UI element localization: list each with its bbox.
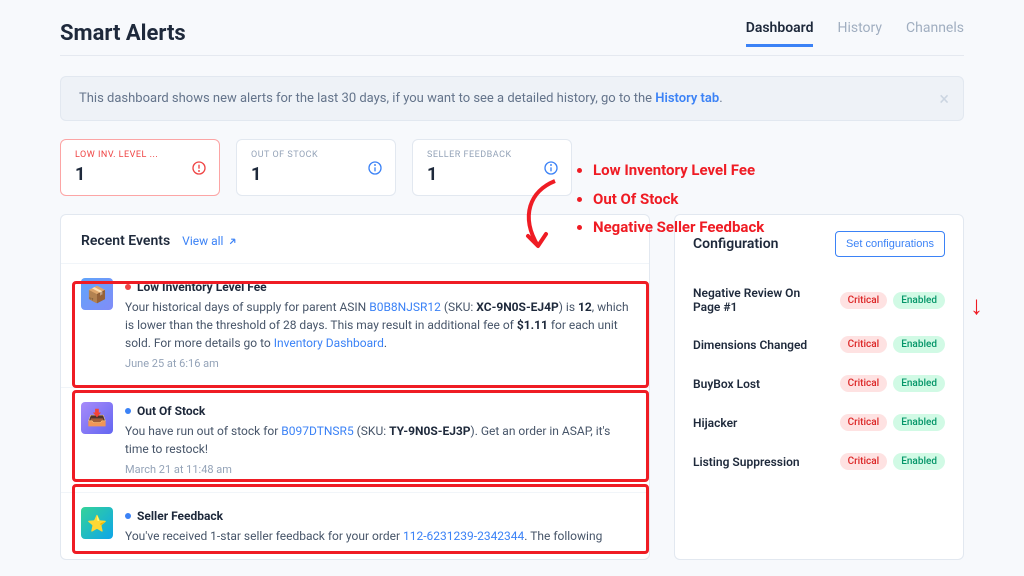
stat-label: SELLER FEEDBACK	[427, 150, 557, 160]
tab-history[interactable]: History	[837, 20, 882, 47]
annotation-bullet: Negative Seller Feedback	[593, 213, 764, 242]
order-link[interactable]: 112-6231239-2342344	[403, 529, 524, 543]
event-title: Low Inventory Level Fee	[137, 278, 267, 296]
enabled-badge: Enabled	[893, 375, 945, 392]
config-row-hijacker[interactable]: Hijacker Critical Enabled	[693, 403, 945, 442]
event-thumbnail: 📦	[81, 278, 113, 310]
annotation-arrow-icon	[510, 176, 560, 256]
info-icon	[367, 160, 383, 176]
config-row-negative-review[interactable]: Negative Review On Page #1 Critical Enabl…	[693, 275, 945, 325]
page-title: Smart Alerts	[60, 21, 186, 46]
annotation-down-arrow-icon: ↓	[970, 290, 983, 321]
event-timestamp: March 21 at 11:48 am	[125, 462, 629, 479]
recent-events-title: Recent Events	[81, 233, 170, 249]
event-item-low-inventory[interactable]: 📦 Low Inventory Level Fee Your historica…	[61, 263, 649, 387]
asin-link[interactable]: B097DTNSR5	[281, 424, 353, 438]
banner-text-after: .	[719, 91, 722, 106]
annotation-bullet: Out Of Stock	[593, 185, 764, 214]
tab-dashboard[interactable]: Dashboard	[746, 20, 814, 47]
event-title: Seller Feedback	[137, 507, 223, 525]
event-body: Low Inventory Level Fee Your historical …	[125, 278, 629, 373]
annotation-bullet-list: Low Inventory Level Fee Out Of Stock Neg…	[575, 156, 764, 242]
critical-badge: Critical	[840, 453, 888, 470]
critical-badge: Critical	[840, 414, 888, 431]
enabled-badge: Enabled	[893, 414, 945, 431]
banner-text: This dashboard shows new alerts for the …	[79, 91, 655, 106]
event-body: Seller Feedback You've received 1-star s…	[125, 507, 629, 545]
asin-link[interactable]: B0B8NJSR12	[369, 300, 441, 314]
enabled-badge: Enabled	[893, 336, 945, 353]
config-row-buybox[interactable]: BuyBox Lost Critical Enabled	[693, 364, 945, 403]
event-timestamp: June 25 at 6:16 am	[125, 356, 629, 373]
critical-badge: Critical	[840, 375, 888, 392]
configuration-panel: Configuration Set configurations Negativ…	[674, 214, 964, 560]
view-all-text: View all	[182, 234, 223, 248]
stat-out-of-stock[interactable]: OUT OF STOCK 1	[236, 139, 396, 196]
event-title: Out Of Stock	[137, 402, 205, 420]
severity-dot-icon	[125, 408, 131, 414]
page-header: Smart Alerts Dashboard History Channels	[60, 20, 964, 56]
event-thumbnail: 📥	[81, 402, 113, 434]
severity-dot-icon	[125, 513, 131, 519]
inventory-dashboard-link[interactable]: Inventory Dashboard	[274, 336, 384, 350]
critical-badge: Critical	[840, 292, 888, 309]
config-name: Dimensions Changed	[693, 338, 807, 352]
event-body: Out Of Stock You have run out of stock f…	[125, 402, 629, 479]
alert-icon	[191, 160, 207, 176]
config-row-listing-suppression[interactable]: Listing Suppression Critical Enabled	[693, 442, 945, 481]
severity-dot-icon	[125, 284, 131, 290]
config-name: Negative Review On Page #1	[693, 286, 823, 314]
stat-value: 1	[251, 164, 381, 185]
sku: TY-9N0S-EJ3P	[389, 424, 470, 438]
annotation-bullet: Low Inventory Level Fee	[593, 156, 764, 185]
event-item-out-of-stock[interactable]: 📥 Out Of Stock You have run out of stock…	[61, 387, 649, 493]
close-icon[interactable]: ×	[939, 89, 949, 110]
sku: XC-9N0S-EJ4P	[476, 300, 558, 314]
external-link-icon	[227, 236, 238, 247]
event-thumbnail: ⭐	[81, 507, 113, 539]
info-icon	[543, 160, 559, 176]
config-name: Listing Suppression	[693, 455, 800, 469]
stat-label: OUT OF STOCK	[251, 150, 381, 160]
event-item-seller-feedback[interactable]: ⭐ Seller Feedback You've received 1-star…	[61, 492, 649, 559]
stat-value: 1	[75, 164, 205, 185]
config-name: BuyBox Lost	[693, 377, 760, 391]
critical-badge: Critical	[840, 336, 888, 353]
enabled-badge: Enabled	[893, 292, 945, 309]
config-name: Hijacker	[693, 416, 737, 430]
recent-events-panel: Recent Events View all 📦 Low Inventory L…	[60, 214, 650, 560]
view-all-link[interactable]: View all	[182, 234, 238, 248]
config-row-dimensions[interactable]: Dimensions Changed Critical Enabled	[693, 325, 945, 364]
stat-low-inventory[interactable]: LOW INV. LEVEL ... 1	[60, 139, 220, 196]
set-configurations-button[interactable]: Set configurations	[835, 231, 945, 257]
nav-tabs: Dashboard History Channels	[746, 20, 964, 47]
enabled-badge: Enabled	[893, 453, 945, 470]
info-banner: This dashboard shows new alerts for the …	[60, 76, 964, 121]
banner-history-link[interactable]: History tab	[655, 91, 719, 106]
tab-channels[interactable]: Channels	[906, 20, 964, 47]
stat-label: LOW INV. LEVEL ...	[75, 150, 205, 160]
